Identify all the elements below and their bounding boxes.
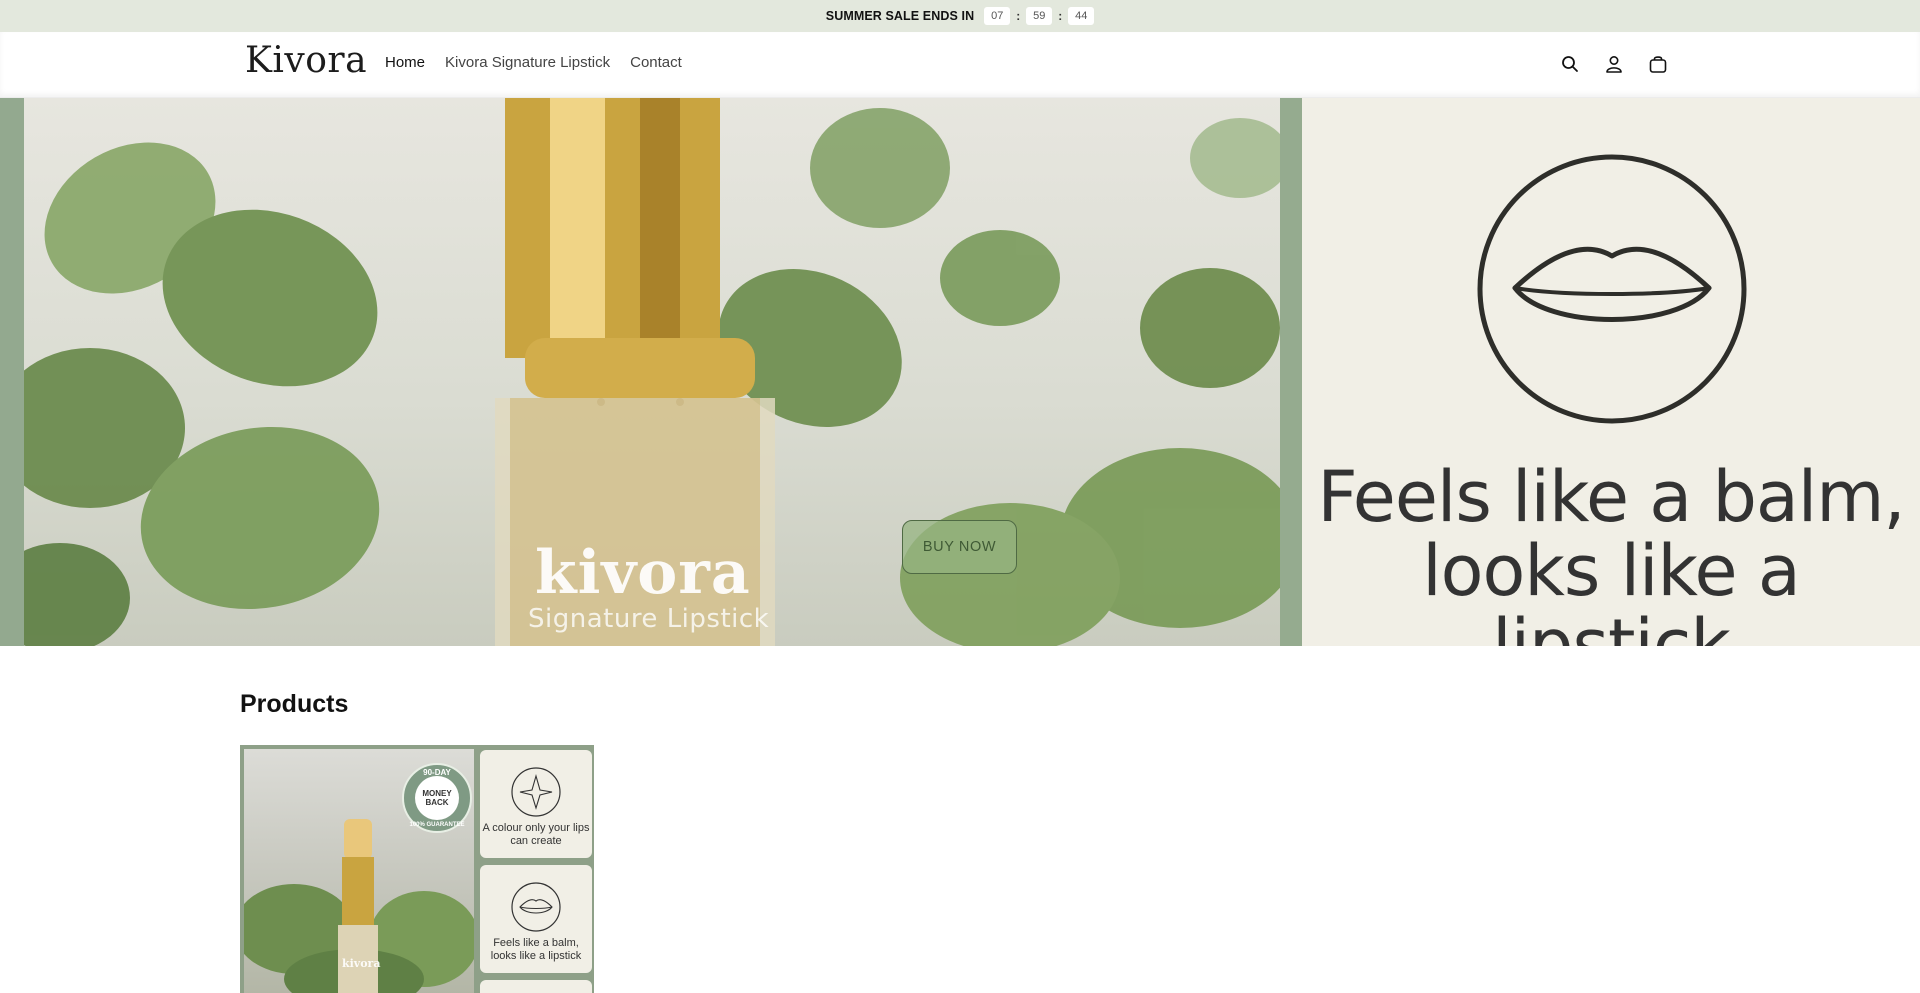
countdown-seconds: 44 (1068, 7, 1095, 25)
badge-center: MONEY BACK (415, 776, 459, 820)
feature-panel-balm: Feels like a balm, looks like a lipstick (480, 865, 592, 973)
product-card[interactable]: 90-DAY MONEY BACK 100% GUARANTEE kivora … (240, 745, 594, 993)
logo[interactable]: Kivora (245, 40, 367, 81)
cart-icon[interactable] (1646, 52, 1670, 76)
buy-now-button[interactable]: BUY NOW (902, 520, 1017, 574)
countdown-minutes: 59 (1026, 7, 1053, 25)
badge-line1: MONEY (422, 789, 452, 798)
feature-text-balm: Feels like a balm, looks like a lipstick (490, 937, 582, 962)
nav-contact[interactable]: Contact (630, 54, 682, 71)
search-icon[interactable] (1558, 52, 1582, 76)
hero-tagline-line2: looks like a lipstick (1422, 530, 1801, 646)
account-icon[interactable] (1602, 52, 1626, 76)
announcement-bar: SUMMER SALE ENDS IN 07 : 59 : 44 (0, 0, 1920, 32)
sparkle-icon (511, 767, 561, 817)
header-icons (1558, 52, 1670, 76)
hero-image-product: Signature Lipstick (528, 604, 770, 634)
countdown-separator: : (1016, 9, 1021, 23)
product-image[interactable]: 90-DAY MONEY BACK 100% GUARANTEE kivora (244, 749, 474, 993)
product-image-brand: kivora (342, 957, 381, 970)
site-header: Kivora Home Kivora Signature Lipstick Co… (0, 32, 1920, 98)
products-heading: Products (240, 690, 349, 718)
countdown-separator: : (1058, 9, 1063, 23)
badge-top-text: 90-DAY (423, 768, 451, 777)
hero-strip (0, 98, 24, 646)
hero-tagline-line1: Feels like a balm, (1317, 456, 1905, 538)
money-back-badge: 90-DAY MONEY BACK 100% GUARANTEE (402, 763, 472, 833)
hero-banner: kivora Signature Lipstick Feels like a b… (0, 98, 1920, 646)
feature-panel-colour: A colour only your lips can create (480, 750, 592, 858)
feature-panel-more (480, 980, 592, 993)
hero-divider (1280, 98, 1302, 646)
countdown-hours: 07 (984, 7, 1011, 25)
nav-signature-lipstick[interactable]: Kivora Signature Lipstick (445, 54, 610, 71)
hero-image-brand: kivora (535, 538, 751, 608)
badge-line2: BACK (425, 798, 449, 807)
nav-home[interactable]: Home (385, 54, 425, 71)
badge-bottom-text: 100% GUARANTEE (409, 822, 465, 828)
announcement-text: SUMMER SALE ENDS IN (825, 9, 975, 23)
feature-text-colour: A colour only your lips can create (482, 822, 590, 847)
lips-icon (511, 882, 561, 932)
main-nav: Home Kivora Signature Lipstick Contact (385, 54, 682, 71)
